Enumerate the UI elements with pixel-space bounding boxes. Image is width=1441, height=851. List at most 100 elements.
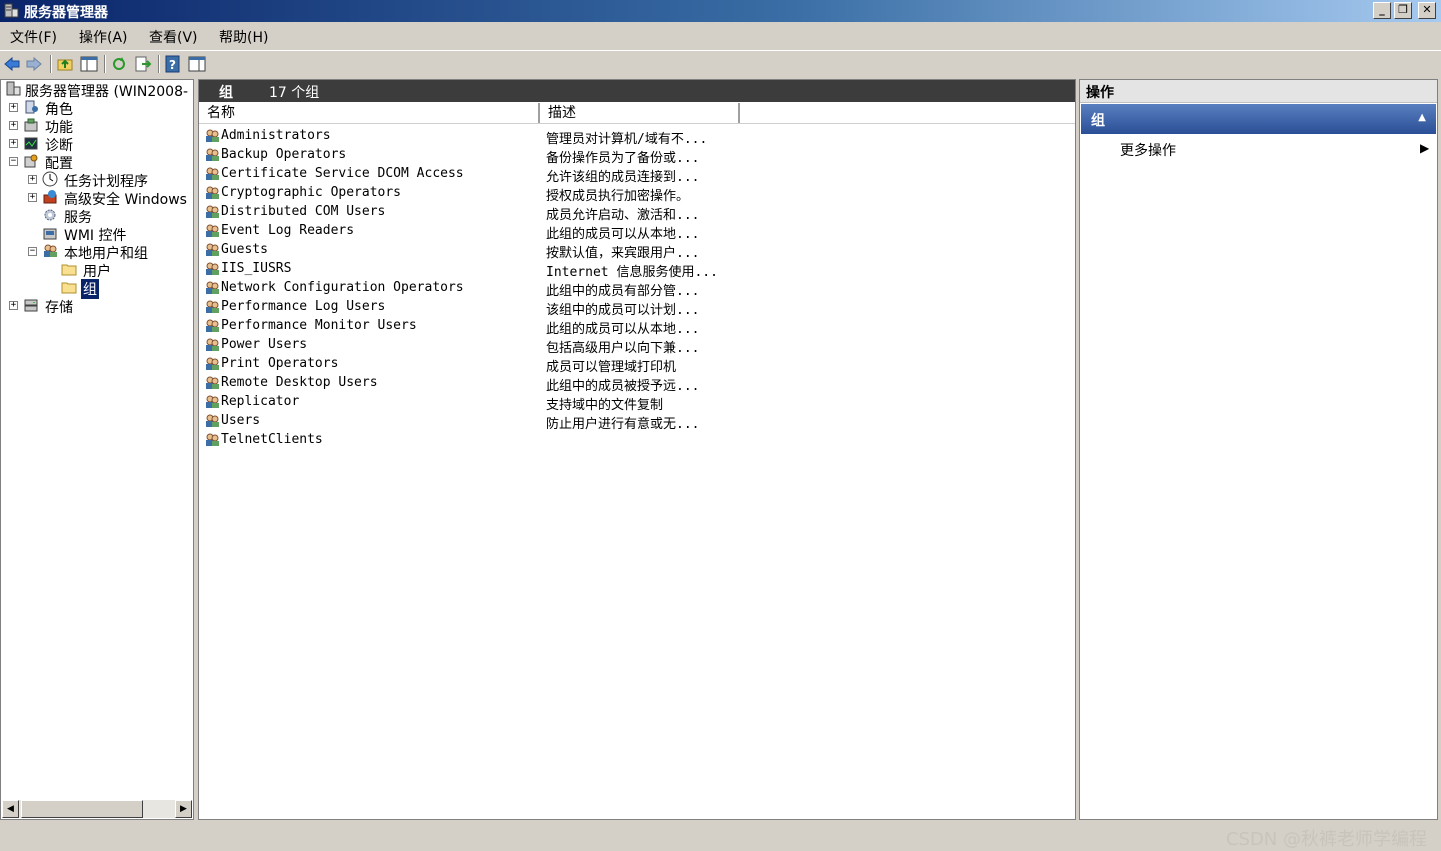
tree-item-wmi-control[interactable]: WMI 控件 — [1, 225, 191, 244]
back-icon[interactable] — [3, 55, 21, 73]
actions-section-groups[interactable]: 组 ▲ — [1081, 104, 1436, 134]
menu-view[interactable]: 查看(V) — [149, 27, 198, 47]
group-name: Performance Log Users — [221, 299, 386, 314]
more-actions-item[interactable]: 更多操作 — [1120, 140, 1176, 160]
menu-bar: 文件(F) 操作(A) 查看(V) 帮助(H) — [0, 23, 1441, 49]
actions-pane: 操作 组 ▲ 更多操作 ▶ — [1079, 79, 1438, 820]
group-icon — [206, 224, 219, 237]
show-hide-action-pane-icon[interactable] — [188, 55, 206, 73]
table-row[interactable]: Event Log Readers 此组的成员可以从本地... — [199, 221, 1075, 242]
tree-root-server-manager[interactable]: 服务器管理器 (WIN2008- — [3, 81, 193, 100]
window-title: 服务器管理器 — [24, 5, 108, 21]
scroll-thumb[interactable] — [21, 800, 143, 818]
tree-item-groups[interactable]: 组 — [1, 279, 191, 299]
table-row[interactable]: IIS_IUSRS Internet 信息服务使用... — [199, 259, 1075, 280]
column-header-name[interactable]: 名称 — [199, 103, 540, 123]
tree-item-storage[interactable]: + 存储 — [1, 297, 191, 316]
tree-item-label: 高级安全 Windows — [64, 192, 187, 208]
tree-item-diagnostics[interactable]: + 诊断 — [1, 135, 191, 154]
wmi-control-icon — [43, 228, 57, 240]
menu-file[interactable]: 文件(F) — [10, 27, 57, 47]
minimize-button[interactable]: _ — [1373, 2, 1391, 19]
expand-toggle[interactable]: + — [9, 121, 18, 130]
expand-toggle[interactable]: + — [9, 301, 18, 310]
help-icon[interactable]: ? — [164, 55, 182, 73]
actions-title: 操作 — [1086, 85, 1114, 101]
tree-item-windows-firewall[interactable]: + 高级安全 Windows — [1, 189, 191, 208]
group-icon — [206, 148, 219, 161]
group-name: Certificate Service DCOM Access — [221, 166, 464, 181]
group-name: Backup Operators — [221, 147, 347, 162]
close-button[interactable]: ✕ — [1418, 2, 1436, 19]
tree-item-users[interactable]: 用户 — [1, 261, 191, 280]
group-icon — [206, 262, 219, 275]
group-icon — [206, 338, 219, 351]
expand-toggle[interactable]: + — [28, 193, 37, 202]
tree-item-roles[interactable]: + 角色 — [1, 99, 191, 118]
results-title: 组 — [219, 85, 233, 101]
table-row[interactable]: TelnetClients — [199, 430, 1075, 449]
features-icon — [24, 118, 38, 132]
table-row[interactable]: Certificate Service DCOM Access 允许该组的成员连接… — [199, 164, 1075, 185]
tree-item-label: 配置 — [45, 156, 73, 172]
collapse-up-icon[interactable]: ▲ — [1418, 112, 1426, 123]
status-bar: CSDN @秋裤老师学编程 — [0, 823, 1441, 850]
toolbar-separator — [104, 55, 106, 73]
table-row[interactable]: Users 防止用户进行有意或无... — [199, 411, 1075, 432]
diagnostics-icon — [24, 137, 38, 150]
menu-action[interactable]: 操作(A) — [79, 27, 128, 47]
expand-toggle[interactable]: + — [9, 103, 18, 112]
firewall-icon — [43, 190, 57, 204]
actions-section-label: 组 — [1091, 113, 1105, 129]
refresh-icon[interactable] — [110, 55, 128, 73]
group-name: Print Operators — [221, 356, 339, 371]
group-name: Replicator — [221, 394, 300, 409]
group-icon — [206, 395, 219, 408]
tree-horizontal-scrollbar[interactable]: ◀ ▶ — [2, 800, 192, 818]
export-list-icon[interactable] — [134, 55, 152, 73]
up-folder-icon[interactable] — [56, 55, 74, 73]
collapse-toggle[interactable]: − — [28, 247, 37, 256]
table-row[interactable]: Replicator 支持域中的文件复制 — [199, 392, 1075, 413]
forward-icon[interactable] — [25, 55, 43, 73]
toolbar-separator — [158, 55, 160, 73]
tree-item-configuration[interactable]: − 配置 — [1, 153, 191, 172]
tree-item-services[interactable]: 服务 — [1, 207, 191, 226]
group-icon — [206, 205, 219, 218]
show-hide-tree-icon[interactable] — [80, 55, 98, 73]
tree-item-local-users-groups[interactable]: − 本地用户和组 — [1, 243, 191, 262]
group-icon — [206, 319, 219, 332]
column-header-description[interactable]: 描述 — [540, 103, 740, 123]
table-row[interactable]: Distributed COM Users 成员允许启动、激活和... — [199, 202, 1075, 223]
title-bar: 服务器管理器 _ ❐ ✕ — [0, 0, 1441, 22]
table-row[interactable]: Administrators 管理员对计算机/域有不... — [199, 126, 1075, 147]
group-name: Event Log Readers — [221, 223, 355, 238]
column-headers: 名称 描述 — [199, 103, 1075, 124]
table-row[interactable]: Performance Monitor Users 此组的成员可以从本地... — [199, 316, 1075, 337]
group-name: IIS_IUSRS — [221, 261, 292, 276]
scroll-right-button[interactable]: ▶ — [175, 800, 192, 818]
users-groups-icon — [44, 244, 57, 257]
collapse-toggle[interactable]: − — [9, 157, 18, 166]
results-header: 组 17 个组 — [199, 80, 1075, 102]
menu-help[interactable]: 帮助(H) — [219, 27, 268, 47]
expand-toggle[interactable]: + — [9, 139, 18, 148]
tree-item-label: 角色 — [45, 102, 73, 118]
tree-item-label: 存储 — [45, 300, 73, 316]
table-row[interactable]: Power Users 包括高级用户以向下兼... — [199, 335, 1075, 356]
table-row[interactable]: Cryptographic Operators 授权成员执行加密操作。 — [199, 183, 1075, 204]
scroll-left-button[interactable]: ◀ — [2, 800, 19, 818]
expand-toggle[interactable]: + — [28, 175, 37, 184]
table-row[interactable]: Print Operators 成员可以管理域打印机 — [199, 354, 1075, 375]
table-row[interactable]: Guests 按默认值，来宾跟用户... — [199, 240, 1075, 261]
tree-item-task-scheduler[interactable]: + 任务计划程序 — [1, 171, 191, 190]
group-icon — [206, 281, 219, 294]
storage-icon — [24, 299, 38, 312]
table-row[interactable]: Remote Desktop Users 此组中的成员被授予远... — [199, 373, 1075, 394]
table-row[interactable]: Performance Log Users 该组中的成员可以计划... — [199, 297, 1075, 318]
table-row[interactable]: Network Configuration Operators 此组中的成员有部分… — [199, 278, 1075, 299]
roles-icon — [25, 100, 38, 114]
restore-button[interactable]: ❐ — [1394, 2, 1412, 19]
tree-item-features[interactable]: + 功能 — [1, 117, 191, 136]
table-row[interactable]: Backup Operators 备份操作员为了备份或... — [199, 145, 1075, 166]
